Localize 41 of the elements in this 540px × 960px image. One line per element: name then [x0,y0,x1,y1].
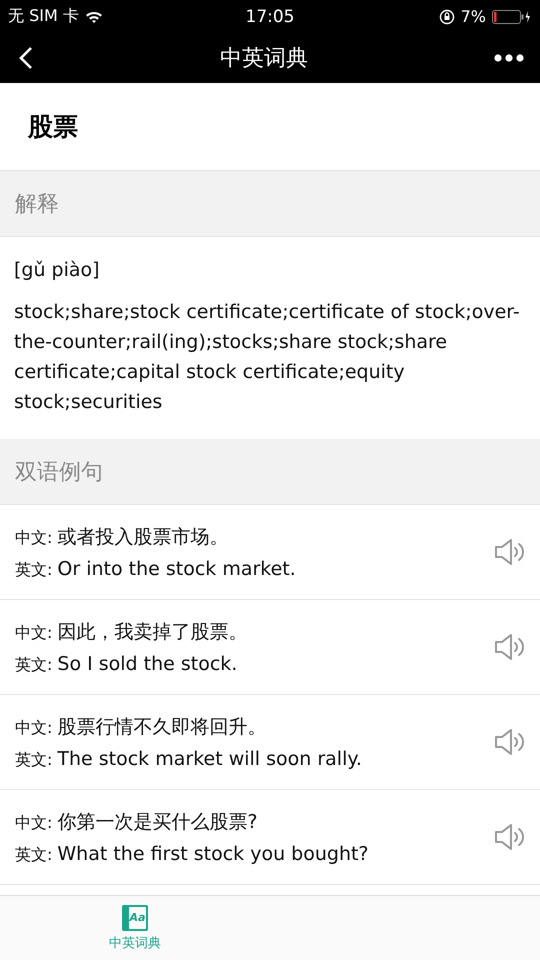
more-icon [494,54,524,62]
speaker-button[interactable] [494,727,526,757]
english-sentence: Or into the stock market. [57,558,296,580]
back-icon [18,46,34,70]
more-button[interactable] [494,54,524,62]
english-label: 英文: [15,654,52,676]
battery-percent: 7% [460,7,486,26]
chinese-label: 中文: [15,718,52,738]
definition: stock;share;stock certificate;certificate of stock;over-the-counter;rail(ing);stocks;share stock;share certificate;capital stock certificate;equity stock;securities [14,300,521,415]
speaker-icon [494,537,526,567]
window-title: 中英词典 [220,45,308,73]
english-label: 英文: [15,560,52,580]
speaker-icon [494,822,526,852]
english-sentence: So I sold the stock. [57,652,238,674]
chinese-sentence: 或者投入股票市场。 [57,524,228,550]
chinese-sentence: 股票行情不久即将回升。 [57,714,266,740]
battery-icon [492,10,532,24]
english-sentence: What the first stock you bought? [57,842,369,864]
clock: 17:05 [246,6,294,26]
chinese-sentence: 你第一次是买什么股票? [57,810,258,834]
wifi-icon [84,10,103,24]
chinese-label: 中文: [15,528,52,548]
rotation-lock-icon [438,8,455,24]
section-title: 双语例句 [15,458,103,486]
section-title: 解释 [15,190,59,218]
speaker-button[interactable] [494,632,526,662]
speaker-icon [494,632,526,662]
chinese-label: 中文: [15,812,52,834]
chinese-label: 中文: [15,622,52,644]
speaker-icon [494,727,526,757]
dictionary-icon: Aa [122,904,148,930]
speaker-button[interactable] [494,537,526,567]
headword: 股票 [28,111,78,143]
chinese-sentence: 因此，我卖掉了股票。 [57,620,248,644]
english-label: 英文: [15,750,52,770]
carrier: 无 SIM 卡 [8,6,79,27]
pinyin: [gǔ piào] [14,258,101,283]
back-button[interactable] [18,46,34,70]
english-label: 英文: [15,844,52,866]
english-sentence: The stock market will soon rally. [57,748,362,770]
speaker-button[interactable] [494,822,526,852]
